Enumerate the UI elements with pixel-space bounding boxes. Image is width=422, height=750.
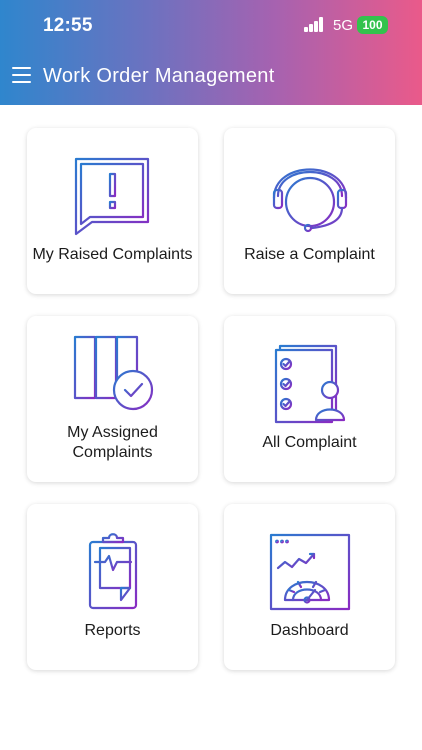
tile-label: My Assigned Complaints <box>67 424 158 461</box>
clipboard-report-icon <box>88 533 138 610</box>
page-title: Work Order Management <box>43 65 275 87</box>
tile-dashboard[interactable]: Dashboard <box>224 504 395 670</box>
alert-speech-bubble-icon <box>74 157 150 236</box>
app-header: 12:55 5G 100 Work Order Management <box>0 0 422 105</box>
tile-label: Reports <box>84 622 141 639</box>
tile-label: My Raised Complaints <box>32 246 193 263</box>
tile-label: All Complaint <box>262 434 357 451</box>
battery-icon: 100 <box>357 16 388 34</box>
tile-my-assigned-complaints[interactable]: My Assigned Complaints <box>27 316 198 482</box>
signal-icon <box>304 17 326 32</box>
checklist-user-icon <box>274 344 346 424</box>
dashboard-gauge-icon <box>269 533 351 611</box>
tile-all-complaint[interactable]: All Complaint <box>224 316 395 482</box>
tile-my-raised-complaints[interactable]: My Raised Complaints <box>27 128 198 294</box>
network-type: 5G <box>333 17 354 34</box>
files-check-icon <box>73 335 154 411</box>
headset-icon <box>272 168 348 233</box>
hamburger-menu-icon[interactable] <box>12 67 31 83</box>
tile-raise-a-complaint[interactable]: Raise a Complaint <box>224 128 395 294</box>
tile-label: Dashboard <box>270 622 349 639</box>
tile-reports[interactable]: Reports <box>27 504 198 670</box>
status-time: 12:55 <box>43 15 93 36</box>
tile-label: Raise a Complaint <box>244 246 375 263</box>
